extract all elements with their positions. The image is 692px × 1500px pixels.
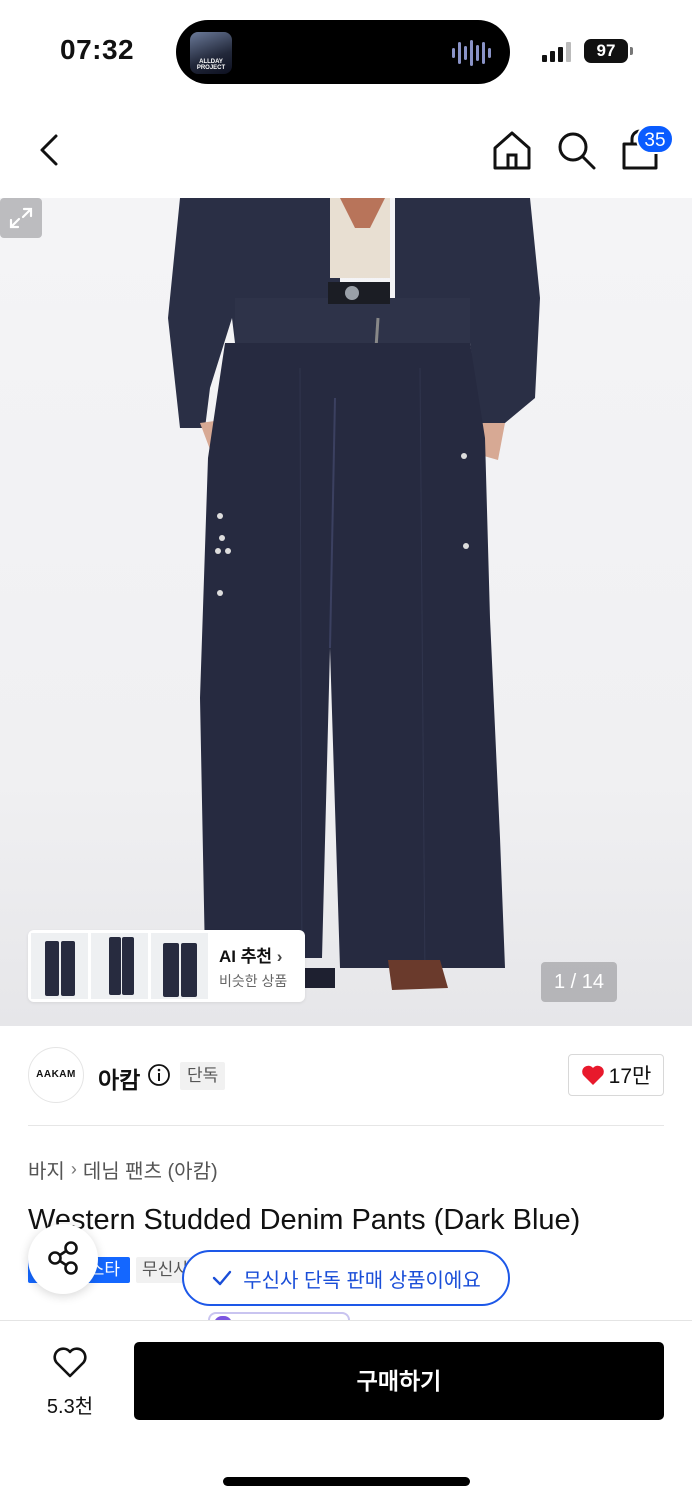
share-button[interactable] <box>28 1224 98 1294</box>
expand-icon[interactable] <box>0 198 42 238</box>
brand-row: AAKAM 아캄 단독 17만 <box>28 1026 664 1126</box>
product-photo <box>168 198 540 990</box>
wishlist-button[interactable]: 5.3천 <box>30 1347 110 1419</box>
heart-outline-icon <box>53 1347 87 1378</box>
ai-recommend-card[interactable]: AI 추천 › 비슷한 상품 <box>28 930 305 1002</box>
now-playing-art-text: ALLDAY PROJECT <box>196 59 226 71</box>
heart-filled-icon <box>581 1065 604 1085</box>
share-icon <box>48 1241 78 1275</box>
checkmark-icon <box>213 1270 232 1286</box>
brand-name[interactable]: 아캄 <box>98 1061 140 1095</box>
ai-recommend-text: AI 추천 › 비슷한 상품 <box>219 942 287 991</box>
battery-indicator: 97 <box>584 39 633 63</box>
breadcrumb-category[interactable]: 바지 <box>28 1155 65 1184</box>
status-time: 07:32 <box>60 34 135 65</box>
now-playing-artwork: ALLDAY PROJECT <box>190 32 232 74</box>
breadcrumb-subcategory[interactable]: 데님 팬츠 (아캄) <box>83 1155 218 1184</box>
chevron-right-icon: › <box>70 1159 77 1179</box>
top-nav <box>0 100 692 198</box>
exclusive-toast-text: 무신사 단독 판매 상품이에요 <box>243 1269 481 1292</box>
info-icon[interactable] <box>147 1063 171 1087</box>
cart-count-badge: 35 <box>636 124 674 154</box>
cellular-signal-icon <box>542 42 571 62</box>
bottom-action-bar: 5.3천 구매하기 <box>0 1320 692 1500</box>
exclusive-tag: 단독 <box>180 1062 226 1090</box>
ai-thumbnail-1 <box>31 933 88 999</box>
product-title: Western Studded Denim Pants (Dark Blue) <box>28 1204 581 1236</box>
breadcrumb: 바지 › 데님 팬츠 (아캄) <box>28 1155 218 1184</box>
ai-recommend-subtitle: 비슷한 상품 <box>219 972 288 989</box>
home-icon[interactable] <box>490 128 534 172</box>
product-image-gallery[interactable]: AI 추천 › 비슷한 상품 1 / 14 <box>0 198 692 1026</box>
audio-wave-icon <box>452 40 492 66</box>
image-page-indicator: 1 / 14 <box>541 962 617 1002</box>
chevron-right-icon: › <box>276 946 283 966</box>
brand-logo[interactable]: AAKAM <box>28 1047 84 1103</box>
dynamic-island[interactable]: ALLDAY PROJECT <box>176 20 510 84</box>
brand-like-count: 17만 <box>608 1065 652 1088</box>
search-icon[interactable] <box>554 128 598 172</box>
ai-thumbnail-2 <box>91 933 148 999</box>
brand-like-button[interactable]: 17만 <box>568 1054 664 1096</box>
exclusive-sale-toast: 무신사 단독 판매 상품이에요 <box>182 1250 510 1306</box>
buy-button[interactable]: 구매하기 <box>134 1342 664 1420</box>
home-indicator[interactable] <box>223 1477 470 1486</box>
status-bar: 07:32 ALLDAY PROJECT 97 <box>0 0 692 100</box>
back-arrow-icon[interactable] <box>30 130 70 170</box>
wishlist-count: 5.3천 <box>46 1396 94 1418</box>
ai-thumbnail-3 <box>151 933 208 999</box>
ai-recommend-title: AI 추천 <box>219 946 273 966</box>
